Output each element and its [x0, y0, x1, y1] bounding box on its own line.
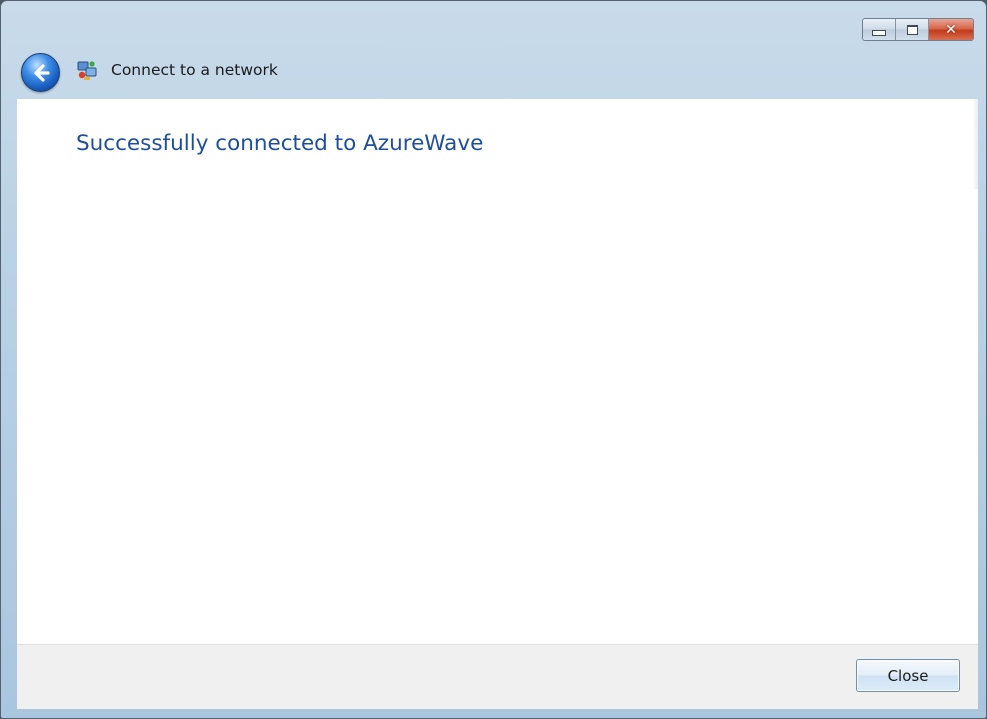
status-heading: Successfully connected to AzureWave — [76, 131, 484, 156]
caption-buttons: ✕ — [862, 18, 974, 41]
content-area: Successfully connected to AzureWave — [17, 99, 978, 644]
maximize-button[interactable] — [896, 19, 929, 40]
minimize-button[interactable] — [863, 19, 896, 40]
close-icon: ✕ — [945, 21, 957, 38]
maximize-icon — [906, 24, 918, 35]
window-close-button[interactable]: ✕ — [929, 19, 973, 40]
close-button[interactable]: Close — [856, 659, 960, 692]
back-button[interactable] — [21, 53, 60, 92]
window-title: Connect to a network — [111, 61, 278, 79]
dialog-footer: Close — [17, 644, 978, 709]
content-edge-shade — [972, 99, 978, 189]
back-arrow-icon — [33, 63, 50, 82]
dialog-window: ✕ Connect to a network Successfully conn… — [0, 0, 987, 719]
network-icon — [77, 61, 97, 80]
minimize-icon — [872, 29, 886, 36]
